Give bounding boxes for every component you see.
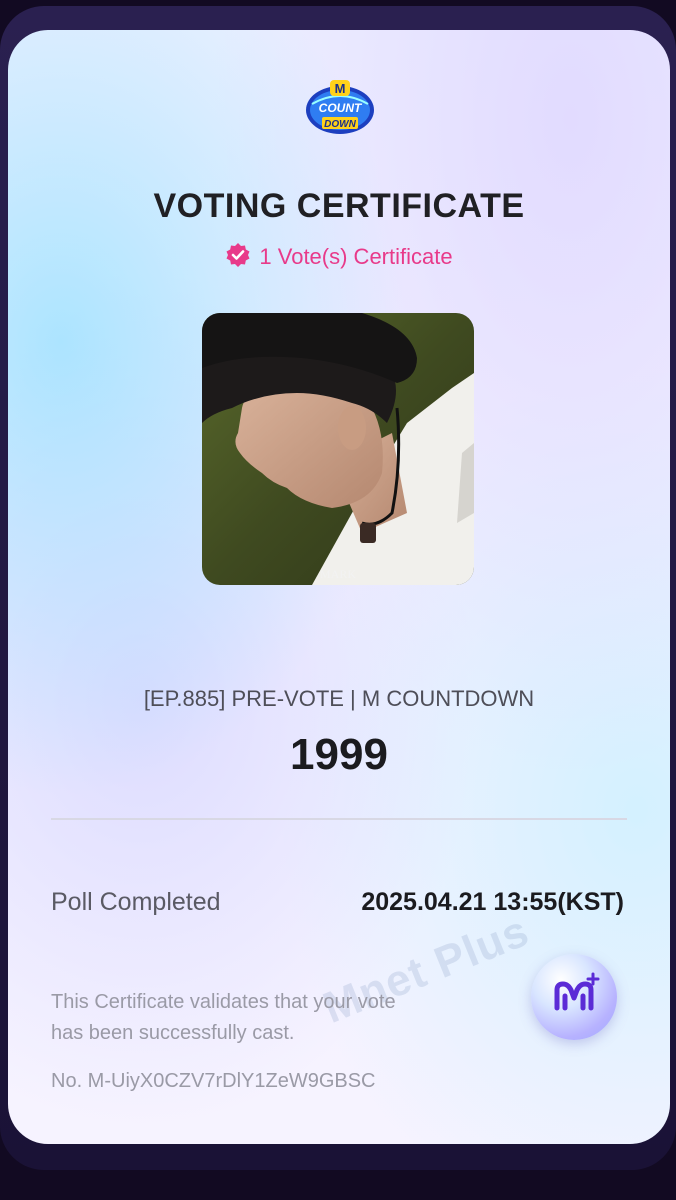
- certificate-number: No. M-UiyX0CZV7rDlY1ZeW9GBSC: [51, 1070, 376, 1092]
- episode-label: [EP.885] PRE-VOTE | M COUNTDOWN: [143, 686, 535, 711]
- mnet-plus-icon: [554, 972, 600, 1011]
- certificate-card: Mnet Plus M COUNT DOWN VOTING CERTIFICAT…: [8, 30, 670, 1144]
- photo-caption: MARK: [320, 567, 356, 581]
- song-title: 1999: [290, 730, 388, 779]
- mnet-plus-button[interactable]: [531, 954, 617, 1040]
- m-countdown-logo: M COUNT DOWN: [306, 80, 374, 134]
- vote-count-label: 1 Vote(s) Certificate: [259, 244, 453, 269]
- divider: [51, 818, 627, 820]
- artist-photo: MARK: [202, 313, 474, 585]
- verified-check-icon: [225, 242, 251, 274]
- validation-text: This Certificate validates that your vot…: [51, 991, 396, 1044]
- logo-m: M: [335, 81, 346, 96]
- poll-timestamp: 2025.04.21 13:55(KST): [361, 888, 624, 916]
- logo-down: DOWN: [324, 119, 356, 130]
- logo-count: COUNT: [319, 101, 363, 115]
- poll-status-label: Poll Completed: [51, 888, 221, 916]
- vote-count-badge: 1 Vote(s) Certificate: [8, 242, 670, 274]
- certificate-title: VOTING CERTIFICATE: [153, 187, 525, 225]
